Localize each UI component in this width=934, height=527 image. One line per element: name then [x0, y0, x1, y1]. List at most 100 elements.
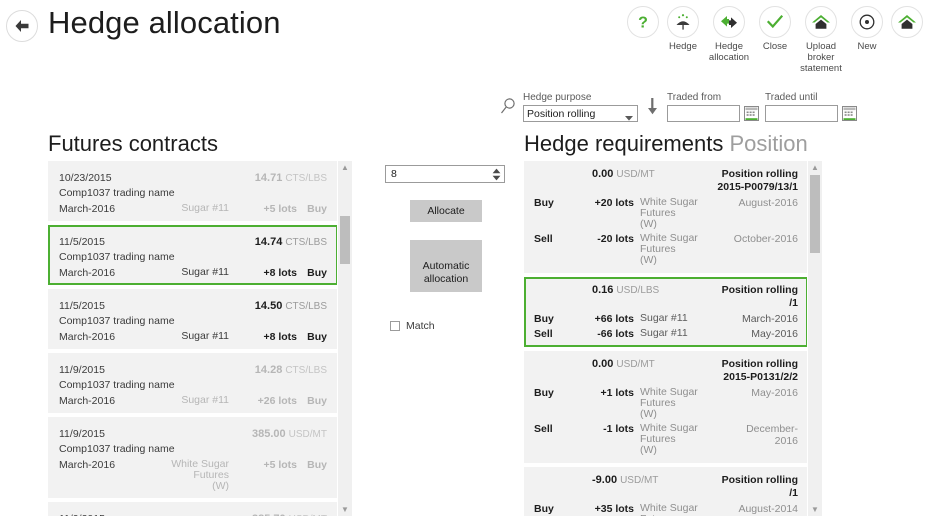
- stepper-arrows[interactable]: [492, 168, 501, 181]
- requirement-unit: USD/MT: [616, 169, 655, 180]
- futures-contracts-panel: 10/23/2015 14.71 CTS/LBS Comp1037 trading n…: [48, 161, 352, 516]
- hedge-purpose-select[interactable]: Position rolling: [523, 105, 638, 122]
- sort-arrow-down-icon[interactable]: [647, 98, 658, 120]
- new-circle-icon: [859, 14, 875, 30]
- stepper-up-icon[interactable]: [492, 168, 501, 174]
- futures-row-date: 11/9/2015: [59, 513, 105, 516]
- scroll-down-icon[interactable]: ▼: [808, 503, 822, 516]
- requirement-leg: Sell -20 lots White Sugar Futures (W) Octobe…: [534, 232, 798, 266]
- futures-row-month: March-2016: [59, 459, 116, 471]
- traded-from-label: Traded from: [667, 92, 722, 103]
- requirement-amount: -9.00 USD/MT: [592, 474, 659, 486]
- home-upload-icon: [812, 15, 830, 29]
- toolbar: ? Hedge Hedge allocation Close Upload br…: [620, 6, 924, 74]
- futures-row[interactable]: 11/9/2015385.70USD/MTComp1037 trading na…: [48, 502, 338, 516]
- futures-row-price: 385.00: [252, 428, 286, 440]
- hedge-button[interactable]: Hedge: [666, 6, 700, 52]
- chevron-down-icon: [625, 112, 633, 124]
- hedge-requirement-row[interactable]: 0.00 USD/MT Position rolling 2015-P0079/13/…: [524, 161, 808, 273]
- search-icon[interactable]: [500, 97, 517, 120]
- quantity-stepper[interactable]: [385, 165, 505, 183]
- hedge-requirement-row[interactable]: 0.00 USD/MT Position rolling 2015-P0131/2/2…: [524, 351, 808, 463]
- futures-row-side: Buy: [307, 459, 327, 471]
- requirement-leg: Sell -1 lots White Sugar Futures (W) Decembe…: [534, 422, 798, 456]
- futures-row-month: March-2016: [59, 331, 116, 343]
- futures-row[interactable]: 10/23/2015 14.71 CTS/LBS Comp1037 trading n…: [48, 161, 338, 221]
- futures-row-lots: +5 lots: [263, 459, 297, 471]
- hedge-allocation-icon: [721, 16, 737, 28]
- hedge-allocation-button[interactable]: Hedge allocation: [706, 6, 752, 63]
- scroll-up-icon[interactable]: ▲: [338, 161, 352, 174]
- requirement-unit: USD/MT: [620, 475, 659, 486]
- back-arrow-icon: [15, 20, 29, 32]
- futures-scroll-thumb[interactable]: [340, 216, 350, 264]
- futures-row-date: 10/23/2015: [59, 172, 112, 184]
- futures-row[interactable]: 11/5/2015 14.50 CTS/LBS Comp1037 trading na…: [48, 289, 338, 349]
- hedge-requirements-title: Hedge requirements Position: [524, 131, 808, 157]
- futures-row-side: Buy: [307, 395, 327, 407]
- traded-until-input[interactable]: [765, 105, 838, 122]
- futures-row-date: 11/5/2015: [59, 236, 105, 248]
- home-icon: [898, 15, 916, 29]
- futures-row-date: 11/5/2015: [59, 300, 105, 312]
- help-icon: ?: [638, 15, 648, 32]
- hedge-label: Hedge: [669, 41, 697, 52]
- futures-row-month: March-2016: [59, 395, 116, 407]
- futures-row-unit: USD/MT: [288, 429, 327, 440]
- hedge-allocation-label: Hedge allocation: [708, 41, 750, 63]
- hedge-requirements-list[interactable]: 0.00 USD/MT Position rolling 2015-P0079/13/…: [524, 161, 808, 516]
- allocate-button[interactable]: Allocate: [410, 200, 482, 222]
- requirements-scroll-thumb[interactable]: [810, 175, 820, 253]
- futures-row-price: 14.50: [254, 300, 283, 312]
- upload-broker-statement-button[interactable]: Upload broker statement: [798, 6, 844, 74]
- new-label: New: [857, 41, 877, 52]
- close-button[interactable]: Close: [758, 6, 792, 52]
- futures-row-lots: +8 lots: [263, 331, 297, 343]
- calendar-icon[interactable]: [744, 106, 759, 121]
- stepper-down-icon[interactable]: [492, 175, 501, 181]
- futures-row-commodity: Sugar #11: [181, 330, 229, 342]
- requirement-leg: Buy +20 lots White Sugar Futures (W) August-…: [534, 196, 798, 230]
- help-button[interactable]: ?: [626, 6, 660, 41]
- scroll-down-icon[interactable]: ▼: [338, 503, 352, 516]
- requirement-amount: 0.00 USD/MT: [592, 168, 655, 180]
- traded-from-input[interactable]: [667, 105, 740, 122]
- futures-row-unit: CTS/LBS: [285, 301, 327, 312]
- filter-bar: Hedge purpose Position rolling Traded fr…: [500, 92, 863, 122]
- hedge-requirement-row[interactable]: 0.16 USD/LBS Position rolling/1 Buy +66 lots…: [524, 277, 808, 347]
- futures-row-side: Buy: [307, 267, 327, 279]
- futures-row[interactable]: 11/5/2015 14.74 CTS/LBS Comp1037 trading na…: [48, 225, 338, 285]
- futures-row-lots: +8 lots: [263, 267, 297, 279]
- match-label: Match: [406, 320, 435, 332]
- futures-contracts-list[interactable]: 10/23/2015 14.71 CTS/LBS Comp1037 trading n…: [48, 161, 338, 516]
- traded-from-group: Traded from: [667, 92, 759, 122]
- back-button[interactable]: [6, 10, 38, 42]
- quantity-input[interactable]: [389, 167, 493, 181]
- calendar-icon[interactable]: [842, 106, 857, 121]
- requirement-leg: Sell -66 lots Sugar #11 May-2016: [534, 327, 798, 341]
- upload-broker-statement-label: Upload broker statement: [800, 41, 842, 74]
- futures-row[interactable]: 11/9/2015 385.00 USD/MT Comp1037 trading na…: [48, 417, 338, 498]
- hedge-requirements-label: Hedge requirements: [524, 131, 724, 156]
- requirement-reference: Position rolling 2015-P0079/13/1: [717, 168, 798, 193]
- new-button[interactable]: New: [850, 6, 884, 52]
- scroll-up-icon[interactable]: ▲: [808, 161, 822, 174]
- traded-until-label: Traded until: [765, 92, 818, 103]
- futures-row-unit: CTS/LBS: [285, 173, 327, 184]
- futures-row-trader: Comp1037 trading name: [59, 315, 175, 327]
- automatic-allocation-button[interactable]: Automatic allocation: [410, 240, 482, 292]
- futures-scrollbar[interactable]: ▲ ▼: [337, 161, 352, 516]
- futures-row-price: 385.70: [252, 513, 286, 516]
- hedge-requirement-row[interactable]: -9.00 USD/MT Position rolling/1 Buy +35 lots…: [524, 467, 808, 516]
- futures-row-date: 11/9/2015: [59, 364, 105, 376]
- requirement-unit: USD/LBS: [616, 285, 660, 296]
- hedge-purpose-group: Hedge purpose Position rolling: [523, 92, 638, 122]
- futures-row-month: March-2016: [59, 203, 116, 215]
- match-checkbox[interactable]: [390, 321, 400, 331]
- requirements-scrollbar[interactable]: ▲ ▼: [807, 161, 822, 516]
- requirement-reference: Position rolling/1: [721, 474, 798, 499]
- check-icon: [766, 14, 784, 29]
- futures-contracts-title: Futures contracts: [48, 131, 218, 156]
- futures-row[interactable]: 11/9/2015 14.28 CTS/LBS Comp1037 trading na…: [48, 353, 338, 413]
- home-button[interactable]: [890, 6, 924, 41]
